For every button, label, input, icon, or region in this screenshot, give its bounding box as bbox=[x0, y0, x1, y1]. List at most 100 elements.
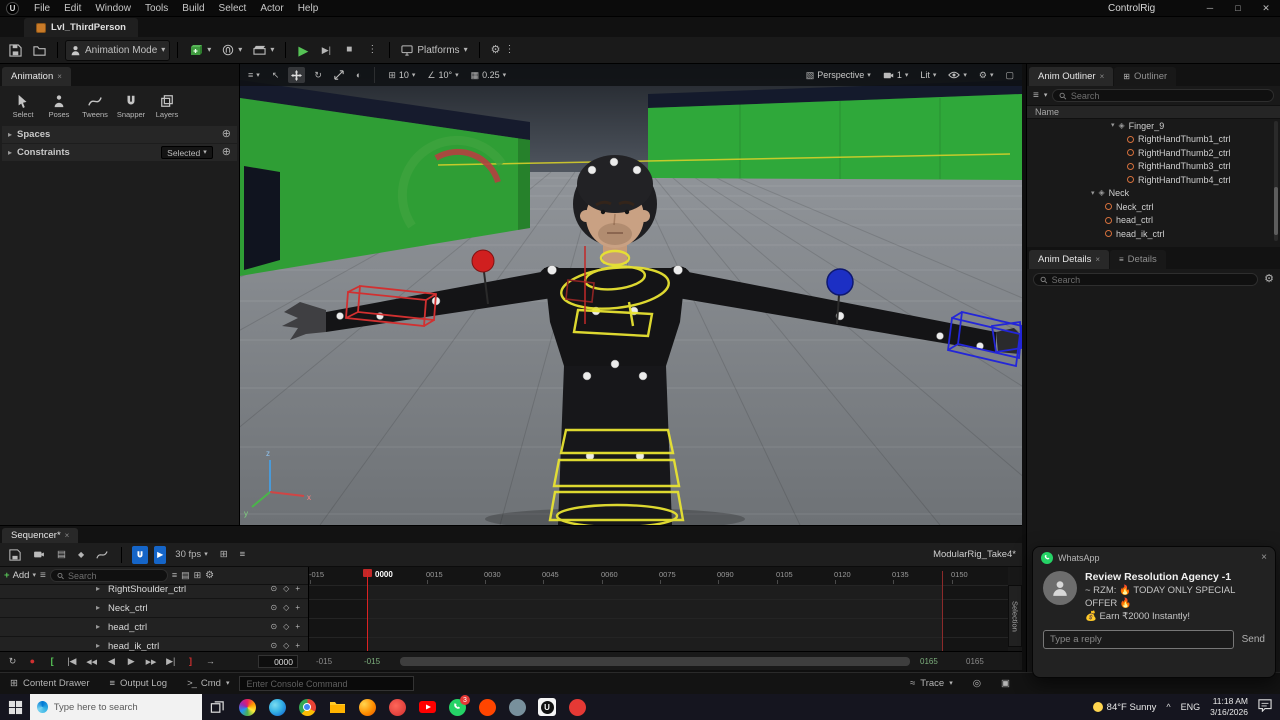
details-search[interactable] bbox=[1033, 273, 1259, 286]
trace-dropdown[interactable]: Trace bbox=[900, 678, 963, 689]
view-end-field[interactable]: 0165 bbox=[966, 657, 984, 666]
tab-outliner[interactable]: Outliner bbox=[1114, 67, 1177, 86]
expand-arrow-icon[interactable] bbox=[96, 623, 100, 631]
track-keyframe-icon[interactable] bbox=[283, 604, 289, 612]
close-icon[interactable] bbox=[65, 532, 70, 540]
add-track-button[interactable]: Add bbox=[4, 570, 36, 581]
viewport-options-button[interactable] bbox=[245, 67, 263, 83]
expand-arrow-icon[interactable] bbox=[8, 131, 12, 139]
close-icon[interactable] bbox=[1100, 73, 1105, 81]
app-icon-reddit[interactable] bbox=[472, 694, 502, 720]
sequencer-save-button[interactable] bbox=[6, 546, 24, 564]
track-add-icon[interactable] bbox=[295, 642, 300, 650]
fps-dropdown[interactable]: 30 fps bbox=[172, 546, 210, 564]
sequencer-camera-button[interactable] bbox=[30, 546, 48, 564]
tree-item[interactable]: head_ik_ctrl bbox=[1027, 227, 1280, 241]
timeline-scrollbar[interactable] bbox=[400, 657, 910, 666]
close-icon[interactable] bbox=[1095, 256, 1100, 264]
tree-item[interactable]: RightHandThumb2_ctrl bbox=[1027, 146, 1280, 160]
notification-body[interactable]: Review Resolution Agency -1 ~ RZM: 🔥 TOD… bbox=[1033, 569, 1275, 625]
track-row[interactable]: head_ik_ctrl bbox=[0, 637, 308, 651]
menu-actor[interactable]: Actor bbox=[253, 3, 290, 14]
sequencer-curve-editor-button[interactable] bbox=[93, 546, 111, 564]
camera-speed-button[interactable]: 1 bbox=[880, 67, 912, 83]
track-row[interactable]: Neck_ctrl bbox=[0, 599, 308, 618]
scale-tool-button[interactable] bbox=[331, 67, 347, 83]
sequencer-slate-button[interactable] bbox=[54, 546, 69, 564]
close-notification-icon[interactable] bbox=[1261, 553, 1267, 563]
add-space-icon[interactable] bbox=[222, 129, 231, 140]
whatsapp-taskbar-icon[interactable]: 3 bbox=[442, 694, 472, 720]
menu-edit[interactable]: Edit bbox=[57, 3, 88, 14]
editor-mode-dropdown[interactable]: Animation Mode bbox=[65, 39, 171, 61]
edge-icon[interactable] bbox=[262, 694, 292, 720]
output-log-button[interactable]: Output Log bbox=[100, 678, 178, 689]
outliner-scrollbar[interactable] bbox=[1274, 121, 1278, 241]
tab-anim-details[interactable]: Anim Details bbox=[1029, 250, 1109, 269]
platforms-dropdown[interactable]: Platforms bbox=[397, 40, 471, 61]
sequencer-view-options-button[interactable] bbox=[217, 546, 231, 564]
taskbar-search[interactable] bbox=[30, 694, 202, 720]
expand-arrow-icon[interactable] bbox=[96, 604, 100, 612]
range-start-field[interactable]: -015 bbox=[364, 657, 380, 666]
expand-arrow-icon[interactable] bbox=[96, 642, 100, 650]
track-keyframe-icon[interactable] bbox=[283, 642, 289, 650]
outliner-search-input[interactable] bbox=[1070, 90, 1267, 101]
play-forward-button[interactable] bbox=[123, 652, 140, 670]
capture-button[interactable] bbox=[963, 679, 991, 689]
viewport-settings-button[interactable] bbox=[976, 67, 997, 83]
skip-to-next-button[interactable] bbox=[316, 40, 336, 61]
add-actor-button[interactable] bbox=[185, 40, 215, 61]
viewport[interactable]: z x y 10 10° 0.25 Perspective bbox=[240, 64, 1022, 525]
tool-tweens[interactable]: Tweens bbox=[78, 91, 112, 122]
track-add-icon[interactable] bbox=[295, 585, 300, 593]
jump-to-start-button[interactable] bbox=[63, 652, 80, 670]
app-icon-gray[interactable] bbox=[502, 694, 532, 720]
menu-window[interactable]: Window bbox=[88, 3, 138, 14]
language-indicator[interactable]: ENG bbox=[1181, 702, 1201, 712]
unreal-taskbar-icon[interactable]: U bbox=[532, 694, 562, 720]
details-search-input[interactable] bbox=[1051, 274, 1252, 285]
filter-icon[interactable] bbox=[1033, 91, 1039, 101]
expand-arrow-icon[interactable] bbox=[8, 149, 12, 157]
expand-tracks-icon[interactable] bbox=[172, 571, 177, 580]
snap-toggle-button[interactable] bbox=[132, 545, 149, 564]
sequencer-list-button[interactable] bbox=[237, 546, 249, 564]
track-camera-icon[interactable] bbox=[270, 623, 277, 631]
minimize-button[interactable]: ─ bbox=[1196, 0, 1224, 17]
track-keyframe-icon[interactable] bbox=[283, 623, 289, 631]
maximize-viewport-button[interactable] bbox=[1002, 67, 1017, 83]
sequence-breadcrumb[interactable]: ModularRig_Take4* bbox=[933, 549, 1016, 560]
coordinate-system-button[interactable] bbox=[353, 67, 364, 83]
tree-item[interactable]: RightHandThumb4_ctrl bbox=[1027, 173, 1280, 187]
cmd-dropdown[interactable]: Cmd bbox=[177, 678, 239, 689]
track-grid-icon[interactable] bbox=[194, 571, 202, 580]
tree-item-neck[interactable]: ◈ Neck bbox=[1027, 187, 1280, 201]
tree-item[interactable]: Neck_ctrl bbox=[1027, 200, 1280, 214]
track-add-icon[interactable] bbox=[295, 604, 300, 612]
track-sizes-icon[interactable] bbox=[181, 571, 190, 580]
range-in-button[interactable] bbox=[44, 652, 61, 670]
current-frame-field[interactable]: 0000 bbox=[258, 655, 298, 668]
tray-expand-icon[interactable] bbox=[1166, 703, 1170, 712]
clock[interactable]: 11:18 AM 3/16/2026 bbox=[1210, 696, 1248, 717]
play-options-button[interactable] bbox=[362, 40, 382, 61]
tree-item[interactable]: RightHandThumb3_ctrl bbox=[1027, 160, 1280, 174]
range-out-button[interactable] bbox=[182, 652, 199, 670]
tool-select[interactable]: Select bbox=[6, 91, 40, 122]
play-button[interactable] bbox=[293, 40, 313, 61]
tab-anim-outliner[interactable]: Anim Outliner bbox=[1029, 67, 1114, 86]
track-keyframe-icon[interactable] bbox=[283, 585, 289, 593]
tab-sequencer[interactable]: Sequencer* bbox=[2, 528, 79, 543]
expand-arrow-icon[interactable] bbox=[96, 585, 100, 593]
reply-input[interactable] bbox=[1043, 630, 1234, 650]
send-button[interactable]: Send bbox=[1242, 634, 1265, 645]
rotation-snap-button[interactable]: 10° bbox=[424, 67, 461, 83]
loop-button[interactable] bbox=[4, 652, 21, 670]
select-tool-button[interactable] bbox=[269, 67, 283, 83]
track-add-icon[interactable] bbox=[295, 623, 300, 631]
track-search[interactable] bbox=[49, 569, 168, 582]
settings-button[interactable] bbox=[487, 40, 519, 61]
firefox-icon[interactable] bbox=[352, 694, 382, 720]
task-view-button[interactable] bbox=[202, 694, 232, 720]
